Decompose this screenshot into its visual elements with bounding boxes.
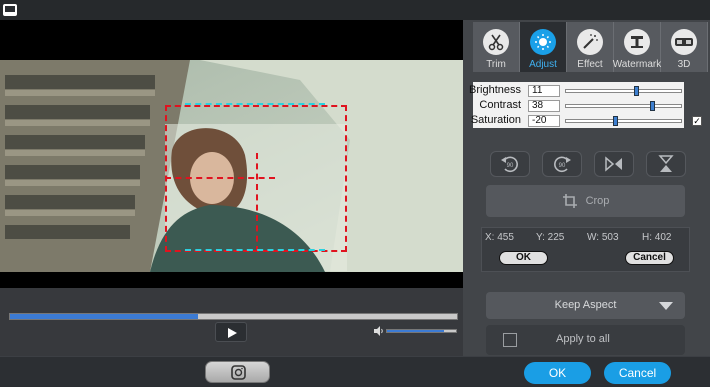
keep-aspect-label: Keep Aspect <box>554 299 617 311</box>
tab-effect[interactable]: Effect <box>567 22 614 72</box>
crop-guide-horizontal <box>165 177 275 179</box>
crop-w-value: W: 503 <box>587 232 619 243</box>
frame-guide-top <box>185 103 325 105</box>
adjust-checkbox[interactable]: ✓ <box>692 116 702 126</box>
tab-effect-label: Effect <box>577 59 603 70</box>
keep-aspect-dropdown[interactable]: Keep Aspect <box>486 292 685 319</box>
rotate-left-button[interactable]: 90 <box>490 151 530 177</box>
play-icon <box>228 328 237 338</box>
crop-info-panel: X: 455 Y: 225 W: 503 H: 402 OK Cancel <box>481 227 690 272</box>
crop-icon <box>562 194 577 208</box>
snapshot-button[interactable] <box>205 361 270 383</box>
crop-label: Crop <box>585 195 610 207</box>
crop-cancel-button[interactable]: Cancel <box>625 251 674 265</box>
contrast-slider-thumb[interactable] <box>650 101 655 111</box>
saturation-slider[interactable] <box>565 116 682 126</box>
tab-trim-label: Trim <box>486 59 506 70</box>
chevron-down-icon <box>659 302 673 310</box>
svg-text:90: 90 <box>559 163 566 169</box>
brightness-row: Brightness 11 <box>469 84 684 98</box>
apply-to-all-checkbox[interactable] <box>503 333 517 347</box>
tab-3d-label: 3D <box>677 59 691 70</box>
saturation-slider-thumb[interactable] <box>613 116 619 126</box>
adjust-panel: Brightness 11 Contrast 38 Saturation -20 <box>469 82 684 128</box>
crop-guide-vertical <box>256 153 258 252</box>
ok-button[interactable]: OK <box>524 362 591 384</box>
camera-icon <box>231 365 246 380</box>
watermark-icon <box>624 29 650 55</box>
brightness-icon <box>530 29 556 55</box>
volume-icon[interactable] <box>374 326 384 339</box>
tab-trim[interactable]: Trim <box>473 22 520 72</box>
3d-glasses-icon <box>671 29 697 55</box>
magic-wand-icon <box>577 29 603 55</box>
saturation-input[interactable]: -20 <box>528 115 560 127</box>
app-icon <box>2 2 18 18</box>
video-preview <box>0 20 463 288</box>
tab-3d[interactable]: 3D <box>661 22 708 72</box>
saturation-label: Saturation <box>470 114 521 126</box>
flip-vertical-button[interactable] <box>646 151 686 177</box>
contrast-slider[interactable] <box>565 101 682 111</box>
brightness-slider[interactable] <box>565 86 682 96</box>
flip-vertical-icon <box>658 155 674 172</box>
tab-watermark[interactable]: Watermark <box>612 22 662 72</box>
crop-h-value: H: 402 <box>642 232 672 243</box>
svg-text:90: 90 <box>507 163 514 169</box>
edit-panel: Trim Adjust Effect Watermark 3D Brightne… <box>463 20 710 356</box>
rotate-left-90-icon: 90 <box>501 156 518 173</box>
saturation-row: Saturation -20 <box>470 114 684 128</box>
crop-ok-button[interactable]: OK <box>499 251 548 265</box>
brightness-slider-thumb[interactable] <box>634 86 640 96</box>
seek-bar[interactable] <box>9 313 458 320</box>
scissors-icon <box>483 29 509 55</box>
video-frame <box>0 60 463 272</box>
play-button[interactable] <box>215 322 247 342</box>
frame-guide-bottom <box>185 249 325 251</box>
apply-to-all-option[interactable]: Apply to all <box>486 325 685 355</box>
brightness-input[interactable]: 11 <box>528 85 560 97</box>
flip-horizontal-button[interactable] <box>594 151 634 177</box>
contrast-row: Contrast 38 <box>473 99 684 113</box>
edit-tabs: Trim Adjust Effect Watermark 3D <box>473 22 710 72</box>
volume-slider[interactable] <box>386 329 457 333</box>
rotate-right-90-icon: 90 <box>554 156 571 173</box>
crop-button[interactable]: Crop <box>486 185 685 217</box>
crop-y-value: Y: 225 <box>536 232 565 243</box>
tab-adjust[interactable]: Adjust <box>520 22 567 72</box>
cancel-button[interactable]: Cancel <box>604 362 671 384</box>
crop-x-value: X: 455 <box>485 232 514 243</box>
volume-fill <box>387 330 444 332</box>
seek-bar-fill <box>10 314 198 319</box>
tab-adjust-label: Adjust <box>529 59 557 70</box>
flip-horizontal-icon <box>605 156 622 172</box>
contrast-label: Contrast <box>479 99 521 111</box>
title-bar <box>0 0 710 20</box>
brightness-label: Brightness <box>469 84 521 96</box>
rotate-right-button[interactable]: 90 <box>542 151 582 177</box>
contrast-input[interactable]: 38 <box>528 100 560 112</box>
tab-watermark-label: Watermark <box>612 59 662 70</box>
apply-to-all-label: Apply to all <box>556 333 610 345</box>
